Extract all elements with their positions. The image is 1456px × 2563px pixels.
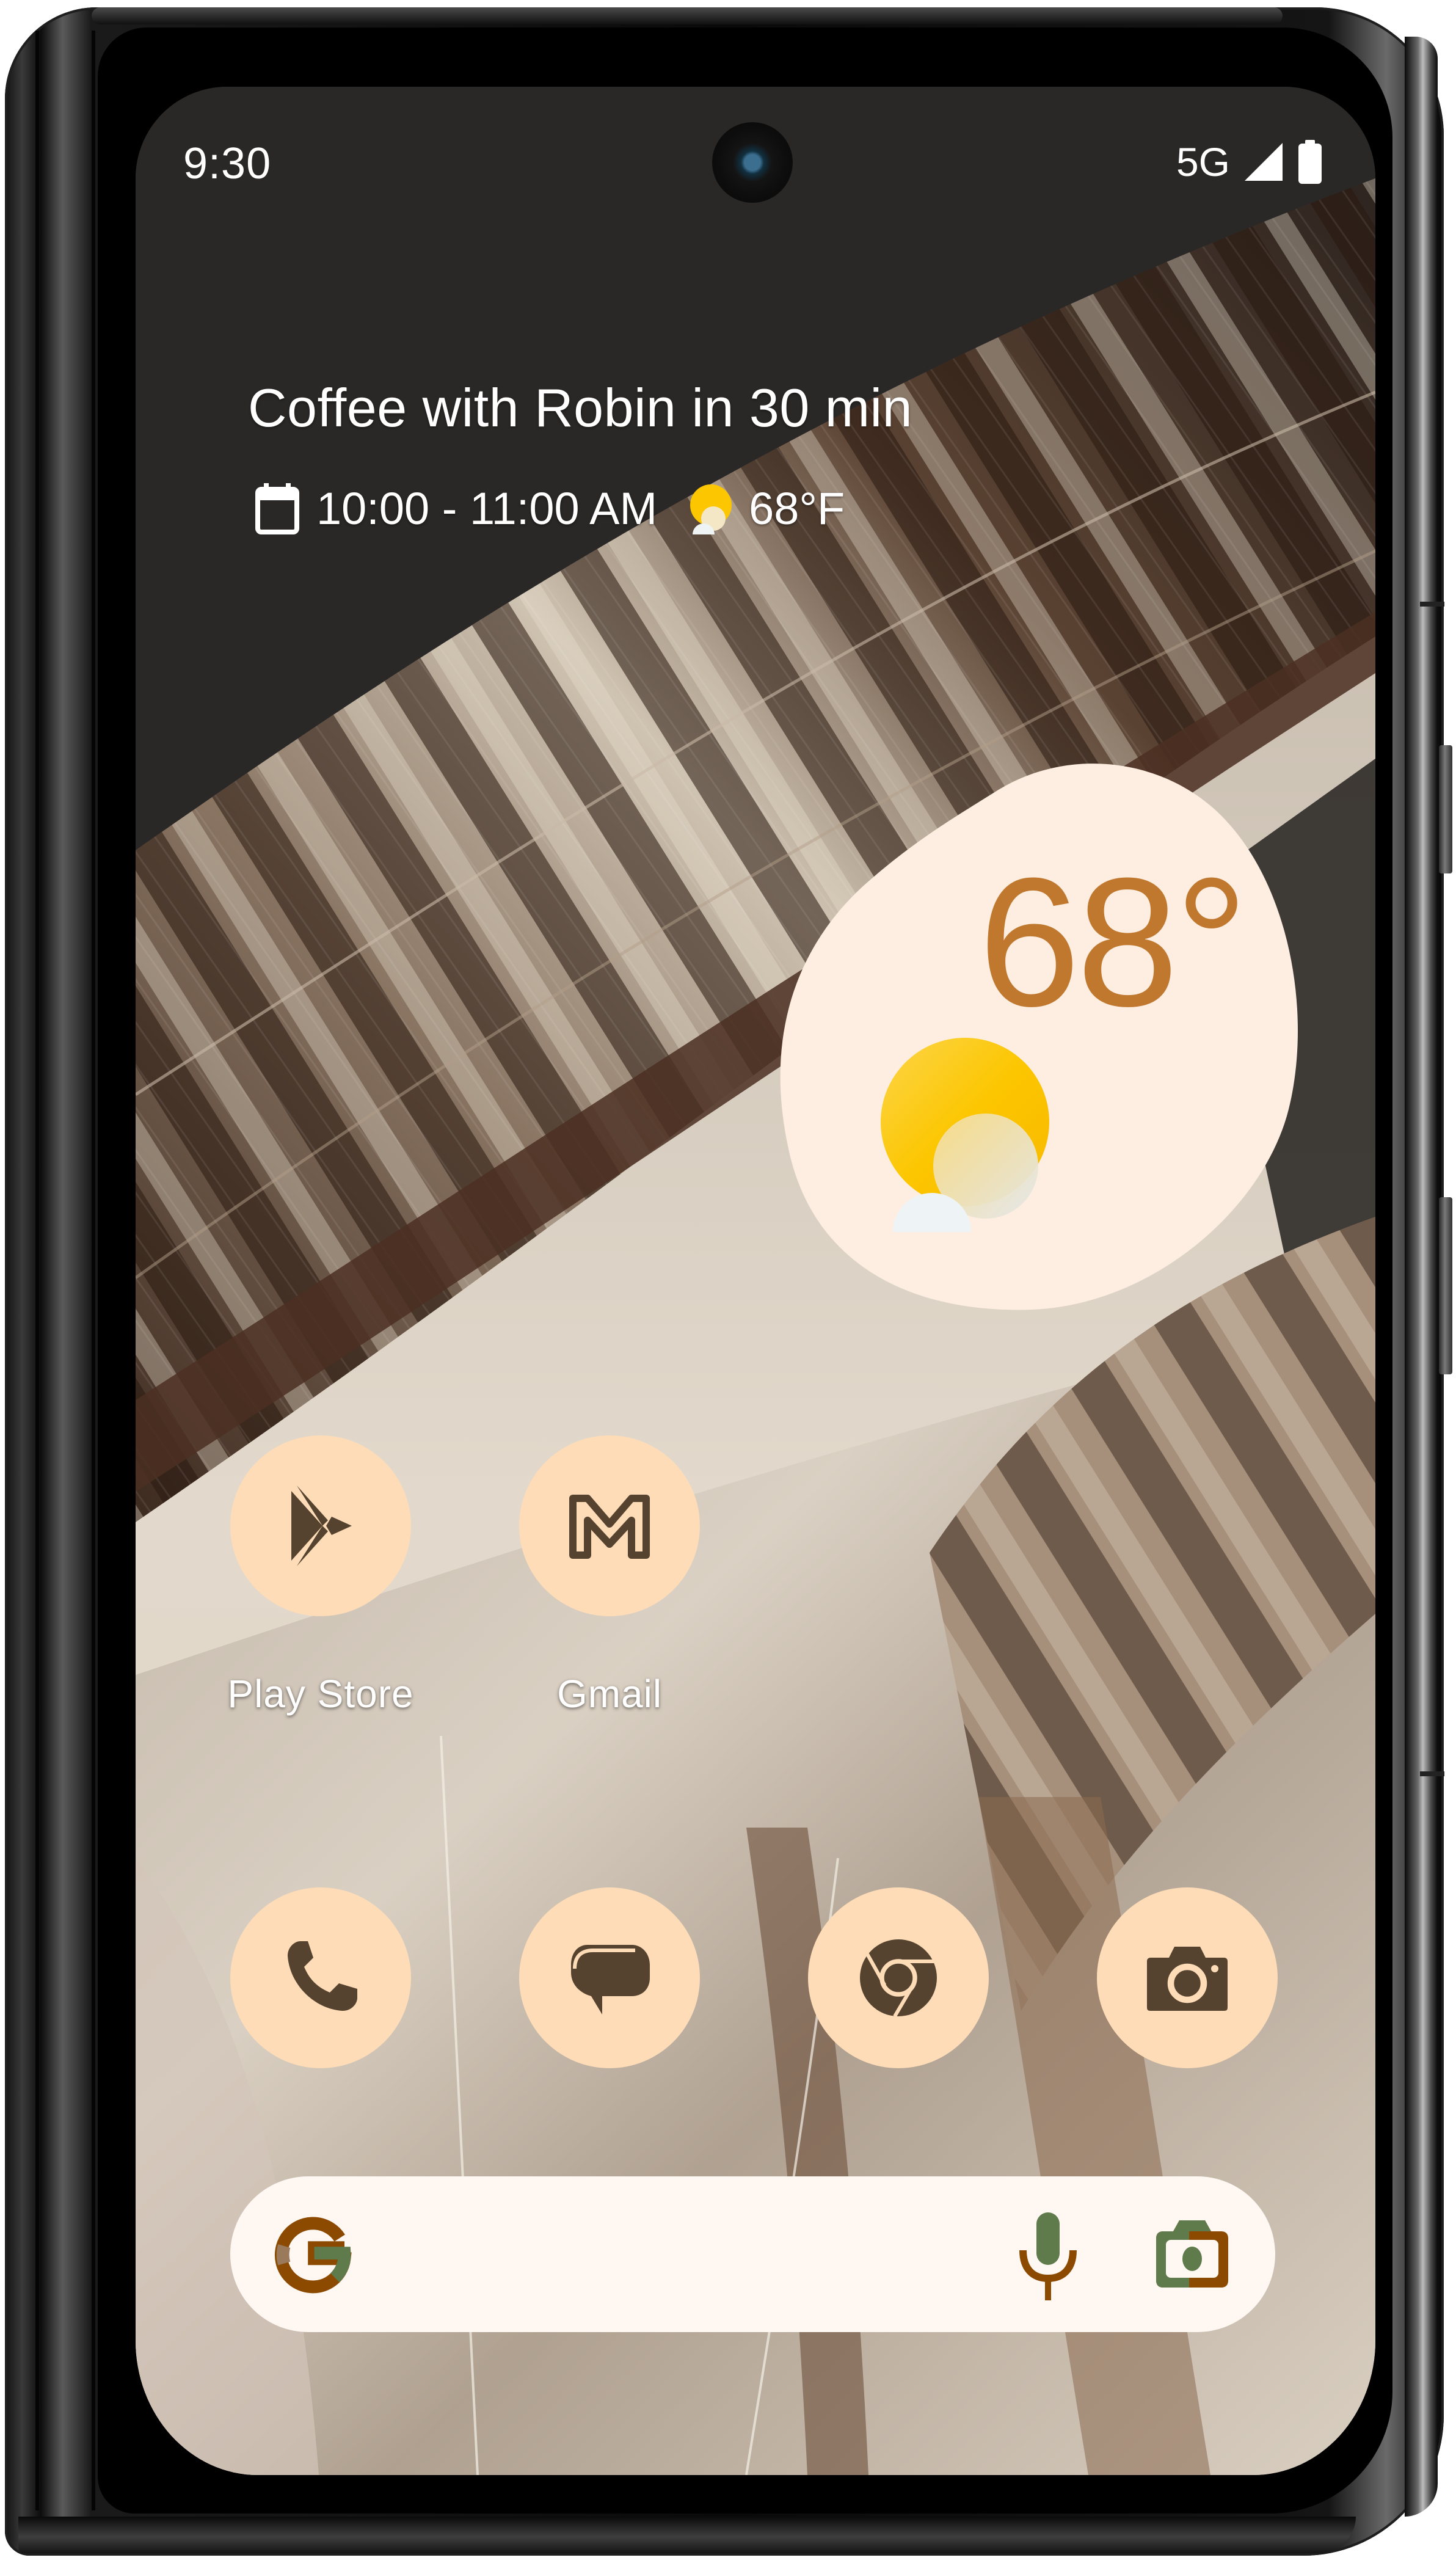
home-screen: 9:30 5G Coffee with Robin in 30 min 10:0… xyxy=(136,87,1375,2475)
antenna-line xyxy=(1420,602,1444,607)
frame-bottom-rim xyxy=(18,2517,1356,2553)
chrome-icon-button[interactable] xyxy=(808,1887,989,2068)
event-title[interactable]: Coffee with Robin in 30 min xyxy=(248,377,912,439)
dock-chrome[interactable] xyxy=(807,1887,990,2068)
antenna-line xyxy=(1420,1771,1444,1776)
gmail-icon xyxy=(569,1495,650,1559)
hinge-line xyxy=(92,31,95,2510)
app-gmail[interactable]: Gmail xyxy=(518,1435,701,1716)
camera-icon-button[interactable] xyxy=(1097,1887,1278,2068)
camera-icon xyxy=(1147,1947,1228,2011)
messages-icon-button[interactable] xyxy=(519,1887,700,2068)
side-rail xyxy=(1405,37,1438,2517)
gmail-icon-button[interactable] xyxy=(519,1435,700,1616)
dock-camera[interactable] xyxy=(1096,1887,1279,2068)
front-camera xyxy=(712,122,793,203)
phone-device: 9:30 5G Coffee with Robin in 30 min 10:0… xyxy=(0,0,1456,2563)
glance-temperature: 68°F xyxy=(749,483,845,534)
phone-icon-button[interactable] xyxy=(230,1887,411,2068)
battery-icon xyxy=(1298,140,1322,184)
power-button[interactable] xyxy=(1439,745,1452,873)
hinge-line xyxy=(35,31,39,2510)
dock-messages[interactable] xyxy=(518,1887,701,2068)
calendar-icon xyxy=(255,483,299,534)
chrome-icon xyxy=(860,1939,937,2018)
google-lens-icon[interactable] xyxy=(1152,2214,1232,2294)
weather-temperature: 68° xyxy=(978,839,1248,1045)
microphone-icon[interactable] xyxy=(1014,2210,1082,2302)
event-time: 10:00 - 11:00 AM xyxy=(316,483,658,534)
signal-icon xyxy=(1245,143,1283,181)
app-play-store[interactable]: Play Store xyxy=(227,1435,414,1716)
messages-icon xyxy=(571,1945,650,2014)
event-details[interactable]: 10:00 - 11:00 AM 68°F xyxy=(255,478,845,539)
frame-top-rim xyxy=(92,7,1283,24)
network-type: 5G xyxy=(1176,139,1230,184)
app-label: Gmail xyxy=(556,1672,663,1716)
app-label: Play Store xyxy=(227,1672,414,1716)
google-search-bar[interactable] xyxy=(230,2176,1275,2332)
status-icons: 5G xyxy=(1176,139,1323,185)
volume-button[interactable] xyxy=(1439,1197,1452,1374)
partly-sunny-icon xyxy=(690,484,732,534)
phone-icon xyxy=(288,1941,357,2011)
google-g-icon[interactable] xyxy=(273,2214,352,2294)
sun-with-cloud-icon xyxy=(881,1038,1049,1232)
play-store-icon xyxy=(291,1486,352,1566)
dock-phone[interactable] xyxy=(229,1887,412,2068)
play-store-icon-button[interactable] xyxy=(230,1435,411,1616)
status-time: 9:30 xyxy=(183,139,272,188)
